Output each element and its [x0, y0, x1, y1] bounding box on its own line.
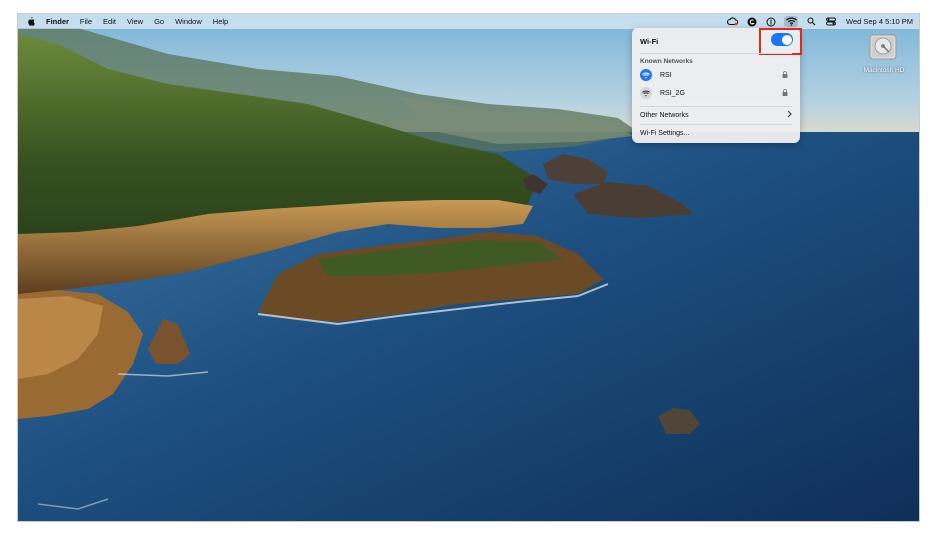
- annotation-highlight-box: [759, 28, 802, 55]
- panel-divider: [640, 53, 792, 54]
- known-networks-label: Known Networks: [640, 58, 693, 65]
- other-networks-row[interactable]: Other Networks: [640, 109, 792, 121]
- lock-icon: [782, 89, 788, 98]
- panel-divider: [640, 106, 792, 107]
- hard-drive-label: Macintosh HD: [863, 67, 905, 74]
- hard-drive-icon[interactable]: [868, 32, 898, 62]
- menu-help[interactable]: Help: [213, 17, 228, 26]
- creative-cloud-icon[interactable]: [727, 16, 739, 27]
- menubar-clock[interactable]: Wed Sep 4 5:10 PM: [846, 17, 913, 26]
- control-center-icon[interactable]: [825, 16, 836, 27]
- password-manager-icon[interactable]: [765, 16, 776, 27]
- lock-icon: [782, 71, 788, 80]
- other-networks-label: Other Networks: [640, 111, 689, 119]
- menu-file[interactable]: File: [80, 17, 92, 26]
- menu-window[interactable]: Window: [175, 17, 202, 26]
- menu-bar: Finder File Edit View Go Window Help Wed…: [18, 14, 919, 29]
- wifi-icon[interactable]: [784, 16, 799, 27]
- wifi-settings-item[interactable]: Wi-Fi Settings...: [640, 127, 792, 139]
- desktop-screen: Finder File Edit View Go Window Help Wed…: [17, 13, 920, 522]
- wifi-menu-panel: Wi-Fi Known Networks RSI RSI_2G Other Ne…: [632, 28, 802, 143]
- grammarly-icon[interactable]: [746, 16, 757, 27]
- wifi-signal-icon: [640, 69, 652, 81]
- wifi-settings-label: Wi-Fi Settings...: [640, 129, 690, 137]
- menu-go[interactable]: Go: [154, 17, 164, 26]
- network-item-rsi[interactable]: RSI: [638, 67, 794, 83]
- spotlight-search-icon[interactable]: [806, 16, 817, 27]
- chevron-right-icon: [787, 110, 792, 120]
- network-name: RSI_2G: [660, 89, 685, 97]
- wifi-panel-title: Wi-Fi: [640, 37, 659, 46]
- menu-edit[interactable]: Edit: [103, 17, 116, 26]
- menu-view[interactable]: View: [127, 17, 143, 26]
- wifi-signal-icon: [640, 87, 652, 99]
- network-item-rsi-2g[interactable]: RSI_2G: [638, 85, 794, 101]
- apple-menu-icon[interactable]: [27, 17, 35, 26]
- app-menu-finder[interactable]: Finder: [46, 17, 69, 26]
- network-name: RSI: [660, 71, 672, 79]
- panel-divider: [640, 124, 792, 125]
